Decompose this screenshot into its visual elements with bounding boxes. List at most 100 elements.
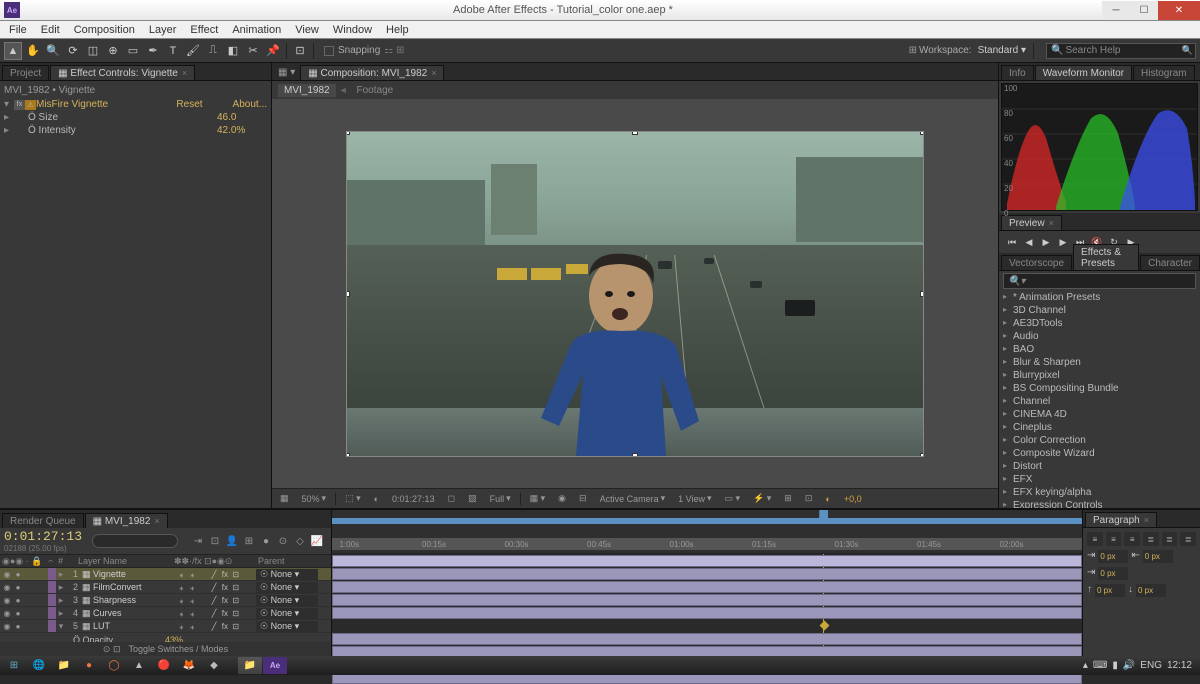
param-value[interactable]: 46.0: [217, 112, 267, 123]
rotate-tool[interactable]: ⟳: [64, 42, 82, 60]
visibility-toggle[interactable]: ◉: [2, 609, 12, 618]
tab-histogram[interactable]: Histogram: [1133, 65, 1195, 80]
track-bar[interactable]: [332, 594, 1082, 606]
first-line-indent-field[interactable]: 0 px: [1098, 567, 1128, 580]
mask-toggle[interactable]: ◉: [554, 493, 570, 504]
minimize-button[interactable]: ─: [1102, 1, 1130, 20]
tab-effect-controls[interactable]: ▦ Effect Controls: Vignette×: [50, 65, 195, 80]
taskbar-app4[interactable]: ◆: [202, 657, 226, 674]
lock-toggle[interactable]: [35, 570, 45, 579]
fx-badge-icon[interactable]: fx: [14, 100, 25, 110]
taskbar-chrome[interactable]: 🔴: [152, 657, 176, 674]
taskbar-app3[interactable]: ▲: [127, 657, 151, 674]
tab-timeline-comp[interactable]: ▦ MVI_1982×: [85, 513, 168, 528]
layer-row[interactable]: ◉●▸4▦ Curves⁎⁎╱fx⊡☉ None ▾: [0, 607, 331, 620]
comp-crumb-1[interactable]: MVI_1982: [278, 84, 336, 97]
comp-nav-icon[interactable]: ▦ ▾: [274, 65, 299, 80]
effect-name[interactable]: MisFire Vignette: [36, 99, 176, 110]
tray-up-icon[interactable]: ▴: [1083, 660, 1088, 671]
tab-vectorscope[interactable]: Vectorscope: [1001, 255, 1072, 270]
tray-lang-icon[interactable]: ⌨: [1093, 660, 1107, 671]
motion-blur-toggle[interactable]: ●: [259, 534, 273, 548]
timeline-tracks[interactable]: [332, 554, 1082, 656]
fx-category[interactable]: BS Compositing Bundle: [1001, 382, 1198, 395]
menu-help[interactable]: Help: [379, 24, 416, 36]
frame-blend-toggle[interactable]: ⊞: [242, 534, 256, 548]
menu-view[interactable]: View: [288, 24, 326, 36]
fx-category[interactable]: Blurrypixel: [1001, 369, 1198, 382]
layer-twirl[interactable]: ▾: [56, 621, 66, 632]
resolution-mode[interactable]: ◐: [370, 494, 383, 504]
layer-row[interactable]: ◉●▸1▦ Vignette⁎⁎╱fx⊡☉ None ▾: [0, 568, 331, 581]
layer-row[interactable]: ◉●▸3▦ Sharpness⁎⁎╱fx⊡☉ None ▾: [0, 594, 331, 607]
taskbar-explorer[interactable]: 📁: [52, 657, 76, 674]
solo-toggle[interactable]: ●: [13, 596, 23, 605]
fx-category[interactable]: Expression Controls: [1001, 499, 1198, 508]
toggle-switches-label[interactable]: Toggle Switches / Modes: [129, 644, 229, 654]
video-frame[interactable]: [347, 132, 923, 456]
parent-dropdown[interactable]: ☉ None ▾: [256, 569, 318, 580]
tab-effects---presets[interactable]: Effects & Presets: [1073, 244, 1139, 270]
timeline-ruler[interactable]: 1:00s00:15s00:30s00:45s01:00s01:15s01:30…: [332, 510, 1082, 554]
track-bar[interactable]: [332, 568, 1082, 580]
grid-toggle[interactable]: ▦: [276, 493, 293, 504]
zoom-dropdown[interactable]: 50% ▾: [298, 493, 331, 504]
layer-twirl[interactable]: ▸: [56, 569, 66, 580]
tab-preview[interactable]: Preview×: [1001, 215, 1062, 230]
menu-file[interactable]: File: [2, 24, 34, 36]
track-bar[interactable]: [332, 555, 1082, 567]
layer-row[interactable]: ◉●▸2▦ FilmConvert⁎⁎╱fx⊡☉ None ▾: [0, 581, 331, 594]
tray-language[interactable]: ENG: [1140, 660, 1162, 671]
align-left-button[interactable]: ≡: [1087, 532, 1103, 546]
solo-toggle[interactable]: ●: [13, 609, 23, 618]
exposure-reset[interactable]: ◐: [821, 494, 834, 504]
fx-category[interactable]: CINEMA 4D: [1001, 408, 1198, 421]
menu-composition[interactable]: Composition: [67, 24, 142, 36]
about-button[interactable]: About...: [233, 99, 267, 110]
visibility-toggle[interactable]: ◉: [2, 583, 12, 592]
pixel-aspect-toggle[interactable]: ▭ ▾: [721, 493, 745, 504]
effects-search-input[interactable]: 🔍▾: [1003, 273, 1196, 289]
fx-category[interactable]: Distort: [1001, 460, 1198, 473]
first-frame-button[interactable]: ⏮: [1005, 235, 1019, 249]
layer-name[interactable]: ▦ Sharpness: [80, 595, 176, 606]
roto-tool[interactable]: ✂: [244, 42, 262, 60]
justify-last-center-button[interactable]: ≣: [1162, 532, 1178, 546]
fx-category[interactable]: 3D Channel: [1001, 304, 1198, 317]
layer-name[interactable]: ▦ Curves: [80, 608, 176, 619]
justify-all-button[interactable]: ≣: [1180, 532, 1196, 546]
text-tool[interactable]: T: [164, 42, 182, 60]
fx-category[interactable]: Composite Wizard: [1001, 447, 1198, 460]
resolution-dropdown[interactable]: Full ▾: [486, 493, 515, 504]
comp-crumb-2[interactable]: Footage: [351, 84, 400, 97]
3d-toggle[interactable]: ⊟: [575, 493, 591, 504]
menu-layer[interactable]: Layer: [142, 24, 184, 36]
layer-search-input[interactable]: [92, 534, 178, 548]
visibility-toggle[interactable]: ◉: [2, 596, 12, 605]
camera-tool[interactable]: ◫: [84, 42, 102, 60]
opacity-value[interactable]: 43%: [165, 635, 183, 643]
menu-edit[interactable]: Edit: [34, 24, 67, 36]
layer-twirl[interactable]: ▸: [56, 608, 66, 619]
workspace-dropdown[interactable]: Standard ▾: [978, 45, 1026, 56]
fx-category[interactable]: * Animation Presets: [1001, 291, 1198, 304]
lock-toggle[interactable]: [35, 622, 45, 631]
fx-category[interactable]: BAO: [1001, 343, 1198, 356]
prev-frame-button[interactable]: ◀: [1022, 235, 1036, 249]
layer-color[interactable]: [48, 581, 56, 593]
track-bar[interactable]: [332, 581, 1082, 593]
exposure-value[interactable]: +0,0: [840, 494, 866, 504]
solo-toggle[interactable]: ●: [13, 583, 23, 592]
current-timecode[interactable]: 0:01:27:13: [4, 529, 82, 544]
align-center-button[interactable]: ≡: [1106, 532, 1122, 546]
clone-tool[interactable]: ⎍: [204, 42, 222, 60]
taskbar-app2[interactable]: ◯: [102, 657, 126, 674]
graph-editor-toggle[interactable]: 📈: [310, 534, 324, 548]
lock-toggle[interactable]: [35, 609, 45, 618]
layer-color[interactable]: [48, 607, 56, 619]
close-button[interactable]: ✕: [1158, 1, 1200, 20]
next-frame-button[interactable]: ▶: [1056, 235, 1070, 249]
layer-color[interactable]: [48, 620, 56, 632]
visibility-toggle[interactable]: ◉: [2, 570, 12, 579]
menu-animation[interactable]: Animation: [225, 24, 288, 36]
